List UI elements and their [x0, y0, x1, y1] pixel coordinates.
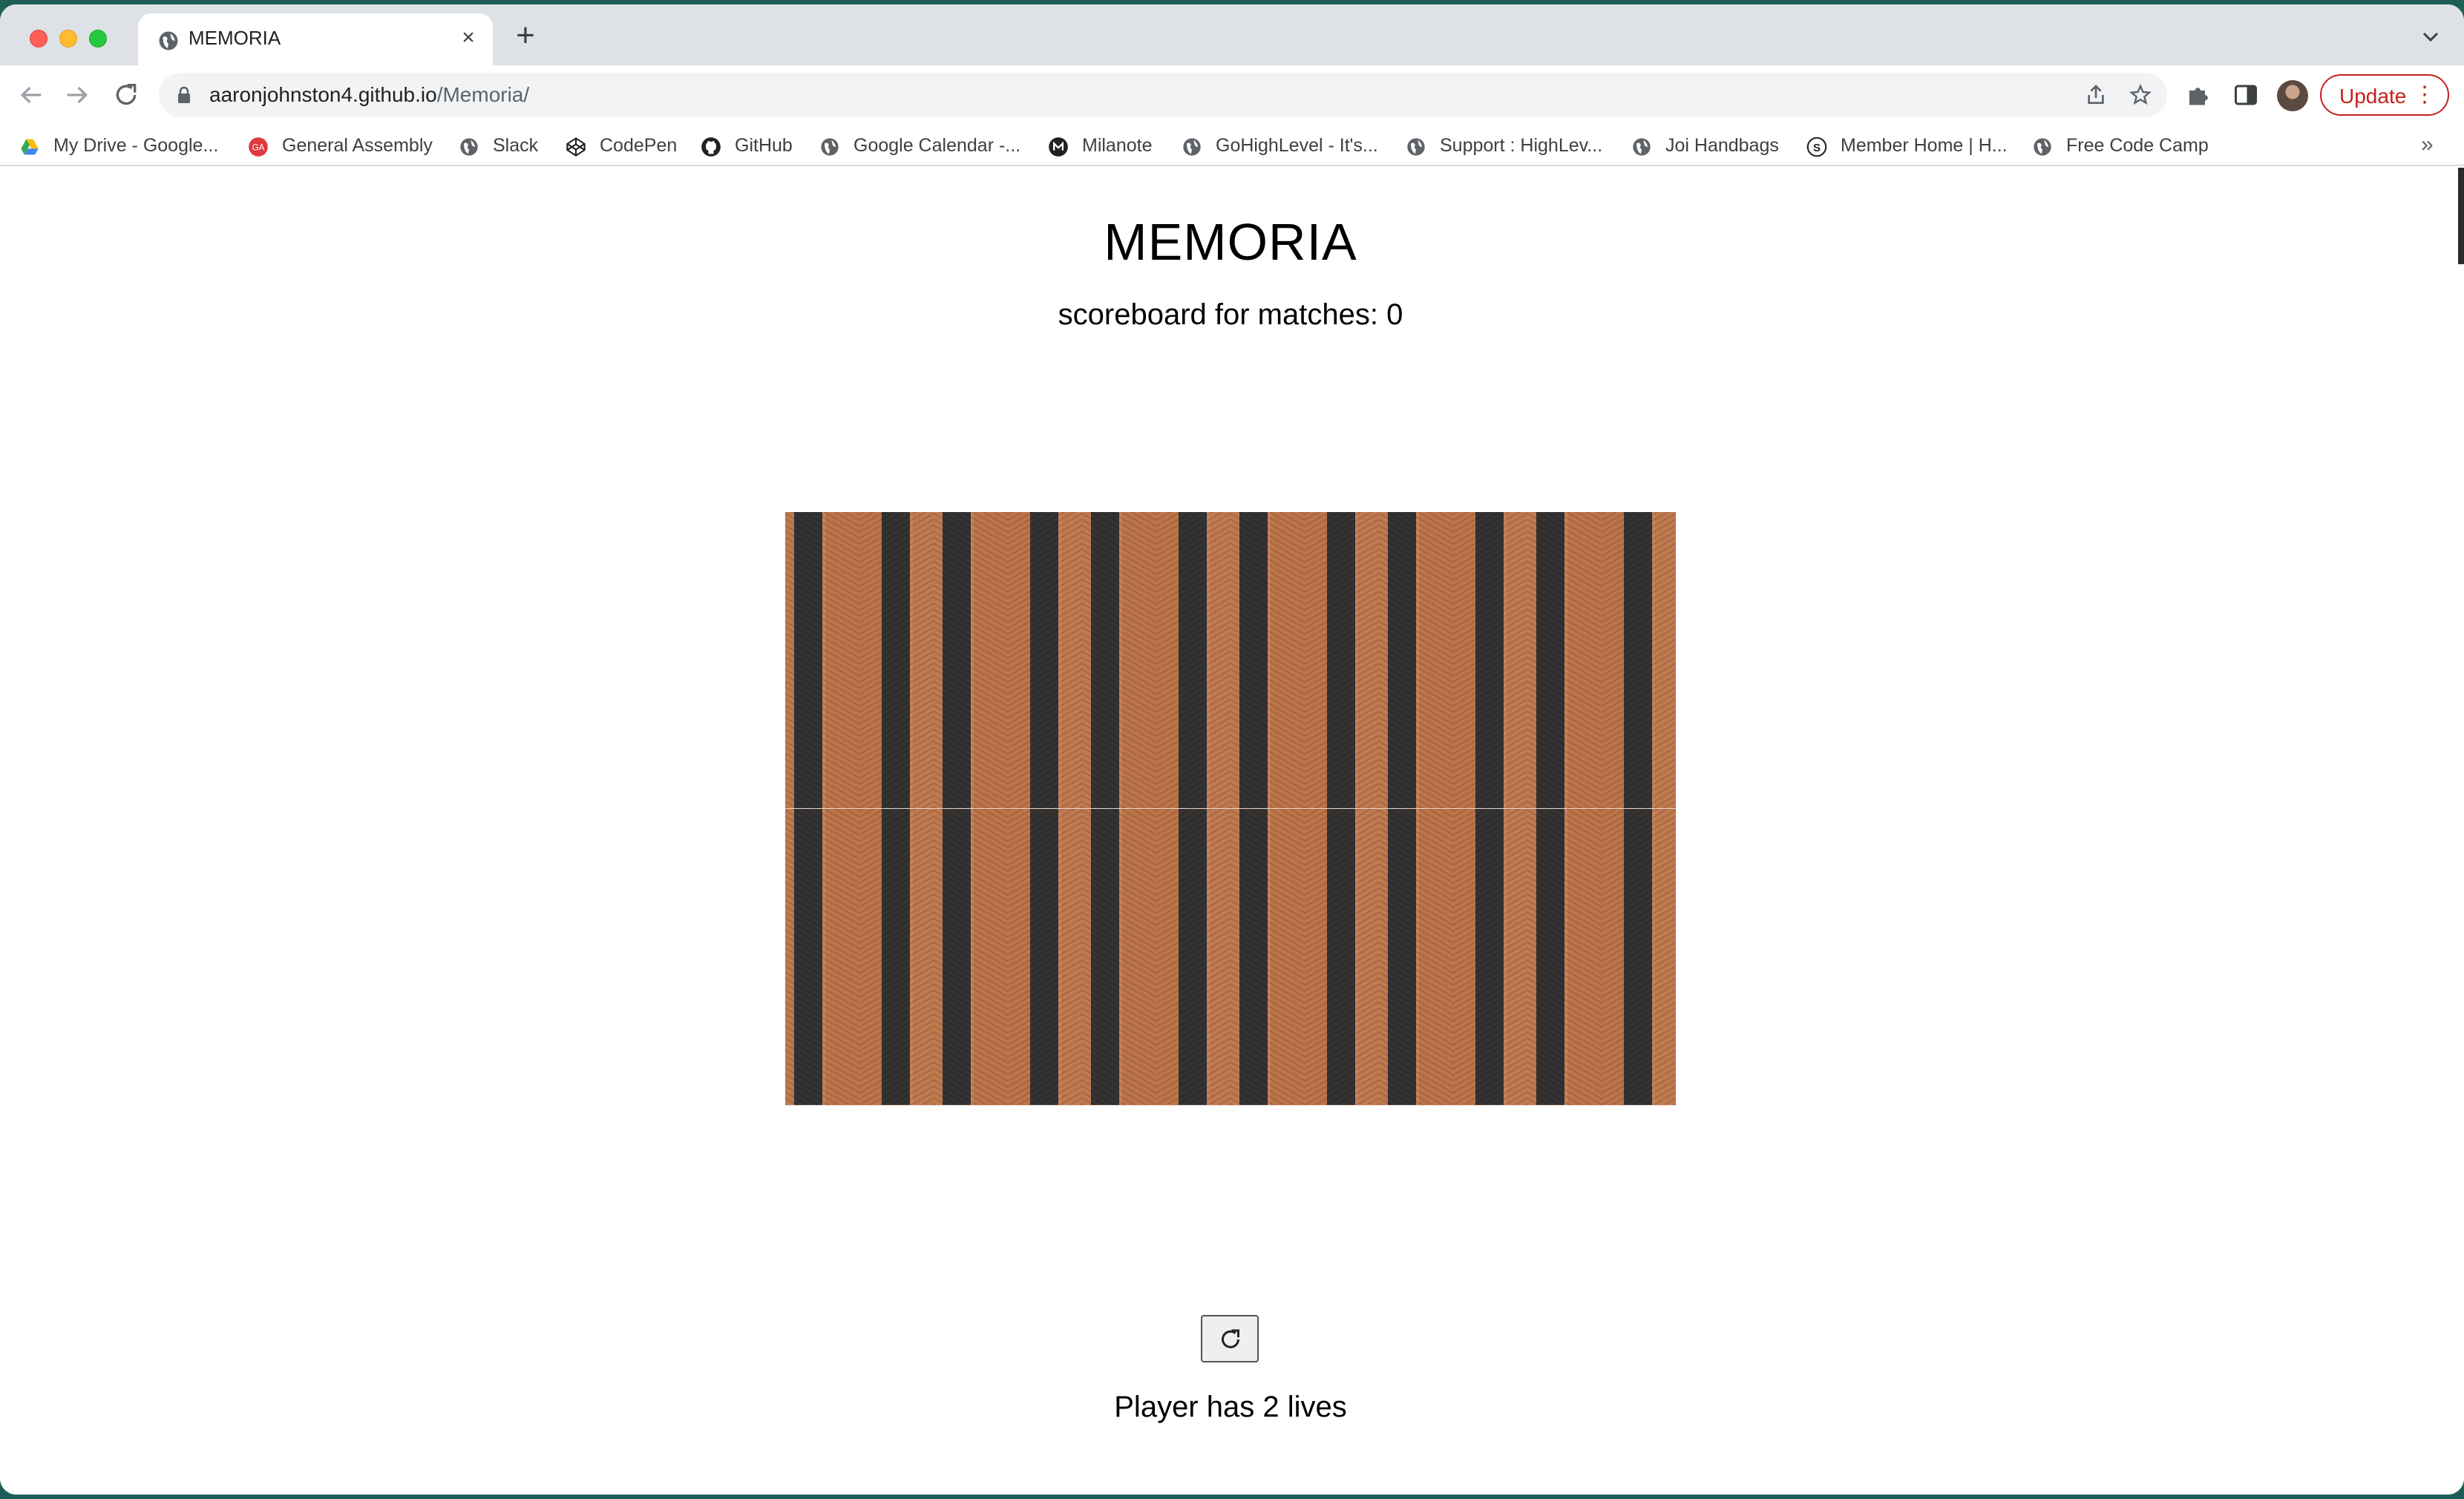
memory-card[interactable]	[1453, 512, 1527, 809]
url-text: aaronjohnston4.github.io/Memoria/	[209, 83, 529, 107]
memory-card[interactable]	[859, 512, 934, 809]
memory-card[interactable]	[1602, 809, 1676, 1106]
chevron-down-icon[interactable]	[2419, 27, 2442, 46]
bookmark-label: My Drive - Google...	[53, 135, 219, 156]
memory-card[interactable]	[1453, 809, 1527, 1106]
bookmark-label: GitHub	[735, 135, 793, 156]
memory-card[interactable]	[1305, 809, 1379, 1106]
skool-icon: S	[1806, 137, 1827, 157]
memory-card[interactable]	[785, 809, 859, 1106]
memory-card[interactable]	[934, 809, 1008, 1106]
bookmark-label: Support : HighLev...	[1440, 135, 1603, 156]
globe-icon	[821, 138, 839, 156]
reload-icon[interactable]	[111, 80, 141, 110]
browser-window: MEMORIA × + aaronjohnston4.github.io/Mem…	[0, 4, 2464, 1495]
memory-card[interactable]	[1527, 809, 1602, 1106]
globe-icon	[1183, 138, 1201, 156]
more-vert-icon: ⋮	[2414, 82, 2436, 107]
memory-card[interactable]	[1156, 512, 1231, 809]
page-title: MEMORIA	[1104, 213, 1357, 271]
bookmark-label: Free Code Camp	[2066, 135, 2209, 156]
globe-icon	[460, 138, 478, 156]
general-assembly-icon: GA	[249, 137, 268, 157]
bookmark-label: Joi Handbags	[1665, 135, 1779, 156]
bookmark-star-icon[interactable]	[2129, 83, 2152, 107]
reset-button[interactable]	[1201, 1315, 1259, 1362]
bookmark-label: Milanote	[1082, 135, 1153, 156]
lock-icon[interactable]	[177, 86, 191, 104]
milanote-icon	[1049, 137, 1068, 157]
update-button[interactable]: Update ⋮	[2320, 74, 2449, 116]
memory-card[interactable]	[859, 809, 934, 1106]
globe-icon	[159, 31, 178, 50]
bookmarks-bar: My Drive - Google... GA General Assembly…	[0, 125, 2464, 166]
memory-card[interactable]	[1379, 512, 1453, 809]
memory-card[interactable]	[1082, 809, 1156, 1106]
share-icon[interactable]	[2084, 83, 2108, 107]
memory-card[interactable]	[1008, 512, 1082, 809]
globe-icon	[1407, 138, 1425, 156]
memory-card[interactable]	[1008, 809, 1082, 1106]
new-tab-button[interactable]: +	[511, 19, 540, 52]
memory-card[interactable]	[1379, 809, 1453, 1106]
url-path: /Memoria/	[436, 83, 530, 106]
page-content: MEMORIA scoreboard for matches: 0 Player…	[0, 168, 2464, 1495]
bookmark-label: Google Calendar -...	[853, 135, 1021, 156]
tab-title: MEMORIA	[189, 27, 281, 49]
browser-toolbar: aaronjohnston4.github.io/Memoria/ Update…	[0, 65, 2464, 125]
globe-icon	[2034, 138, 2051, 156]
memory-card[interactable]	[1231, 512, 1305, 809]
active-tab[interactable]: MEMORIA ×	[138, 13, 493, 65]
memory-card[interactable]	[1082, 512, 1156, 809]
side-panel-icon[interactable]	[2232, 82, 2259, 108]
window-close-button[interactable]	[30, 30, 47, 47]
window-minimize-button[interactable]	[59, 30, 77, 47]
refresh-icon	[1222, 1329, 1239, 1348]
address-bar[interactable]: aaronjohnston4.github.io/Memoria/	[159, 73, 2167, 117]
bookmark-label: CodePen	[600, 135, 678, 156]
lives-text: Player has 2 lives	[1114, 1391, 1347, 1423]
extensions-puzzle-icon[interactable]	[2185, 82, 2212, 108]
memory-card[interactable]	[934, 512, 1008, 809]
github-icon	[701, 137, 721, 157]
memory-card[interactable]	[1305, 512, 1379, 809]
tab-strip: MEMORIA × +	[0, 4, 2464, 65]
close-tab-icon[interactable]: ×	[456, 25, 481, 50]
memory-card[interactable]	[1156, 809, 1231, 1106]
memory-card[interactable]	[1527, 512, 1602, 809]
memory-card[interactable]	[1231, 809, 1305, 1106]
back-arrow-icon[interactable]	[16, 80, 46, 110]
google-drive-icon	[21, 139, 39, 155]
forward-arrow-icon[interactable]	[62, 80, 92, 110]
window-maximize-button[interactable]	[89, 30, 107, 47]
globe-icon	[1633, 138, 1651, 156]
scrollbar[interactable]	[2458, 168, 2464, 264]
url-host: aaronjohnston4.github.io	[209, 83, 437, 106]
bookmark-label: Member Home | H...	[1841, 135, 2008, 156]
scoreboard-text: scoreboard for matches: 0	[1058, 298, 1403, 331]
bookmark-label: General Assembly	[282, 135, 433, 156]
bookmarks-overflow-button[interactable]: »	[2421, 132, 2434, 157]
bookmark-label: GoHighLevel - It's...	[1216, 135, 1378, 156]
update-label: Update	[2339, 85, 2407, 108]
svg-text:S: S	[1813, 142, 1821, 154]
svg-text:GA: GA	[252, 143, 265, 153]
card-board	[785, 512, 1676, 1106]
profile-avatar[interactable]	[2277, 80, 2308, 111]
memory-card[interactable]	[785, 512, 859, 809]
memory-card[interactable]	[1602, 512, 1676, 809]
codepen-icon	[566, 137, 586, 157]
bookmark-label: Slack	[493, 135, 539, 156]
